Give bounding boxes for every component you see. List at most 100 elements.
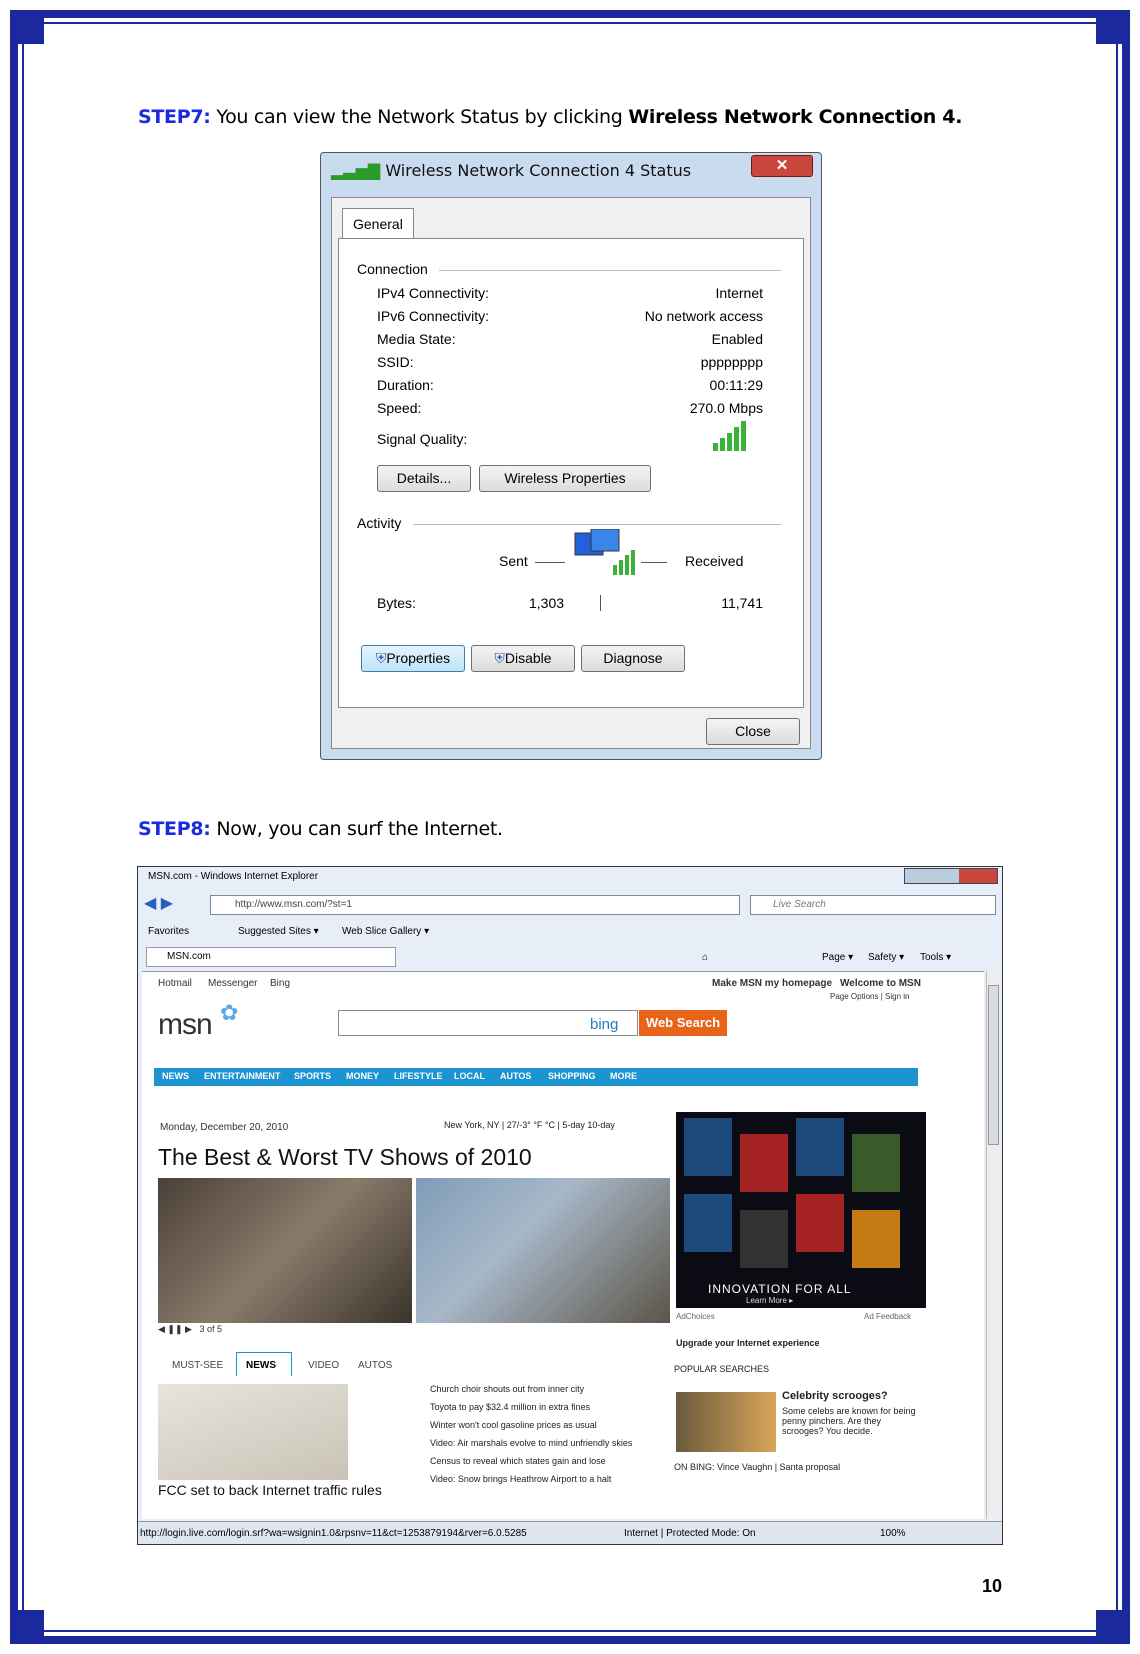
weather-line: New York, NY | 27/-3° °F °C | 5-day 10-d…	[444, 1120, 615, 1130]
sent-line	[535, 562, 565, 563]
celebrity-photo[interactable]	[676, 1392, 776, 1452]
media-state-value: Enabled	[711, 331, 763, 347]
keyboard-photo[interactable]	[158, 1384, 348, 1480]
home-icon[interactable]: ⌂	[702, 952, 708, 963]
properties-button[interactable]: ⛨Properties	[361, 645, 465, 672]
nav-shopping[interactable]: SHOPPING	[548, 1071, 596, 1081]
scroll-thumb[interactable]	[988, 985, 999, 1145]
news-item[interactable]: Toyota to pay $32.4 million in extra fin…	[430, 1402, 590, 1412]
window-controls[interactable]	[904, 868, 998, 884]
status-url: http://login.live.com/login.srf?wa=wsign…	[140, 1528, 527, 1539]
ad-car-tile	[796, 1194, 844, 1252]
bytes-divider	[600, 595, 601, 611]
network-computers-icon	[574, 529, 635, 575]
nav-money[interactable]: MONEY	[346, 1071, 379, 1081]
celeb-title[interactable]: Celebrity scrooges?	[782, 1390, 888, 1402]
web-slice-gallery[interactable]: Web Slice Gallery ▾	[342, 926, 429, 937]
news-item[interactable]: Winter won't cool gasoline prices as usu…	[430, 1420, 597, 1430]
disable-button[interactable]: ⛨Disable	[471, 645, 575, 672]
address-bar[interactable]: http://www.msn.com/?st=1	[210, 895, 740, 915]
nav-sports[interactable]: SPORTS	[294, 1071, 331, 1081]
bing-logo: bing	[590, 1016, 619, 1033]
ipv4-value: Internet	[715, 285, 763, 301]
tv-show-photo-1[interactable]	[158, 1178, 412, 1323]
back-forward-icon[interactable]: ◀ ▶	[144, 893, 173, 913]
page-options-link[interactable]: Page Options | Sign in	[830, 992, 909, 1001]
step8-body: Now, you can surf the Internet.	[210, 818, 503, 840]
diagnose-button[interactable]: Diagnose	[581, 645, 685, 672]
headline[interactable]: The Best & Worst TV Shows of 2010	[158, 1144, 532, 1171]
nav-local[interactable]: LOCAL	[454, 1071, 485, 1081]
status-zone: Internet | Protected Mode: On	[624, 1528, 756, 1539]
ad-learn-more[interactable]: Learn More ▸	[746, 1296, 793, 1305]
ipv6-label: IPv6 Connectivity:	[377, 308, 490, 324]
received-label: Received	[685, 553, 744, 569]
link-bing[interactable]: Bing	[270, 978, 290, 989]
safety-menu[interactable]: Safety ▾	[868, 952, 904, 963]
tab-must-see[interactable]: MUST-SEE	[172, 1360, 223, 1371]
nissan-ad[interactable]: INNOVATION FOR ALL Learn More ▸	[676, 1112, 926, 1308]
ad-car-tile	[852, 1134, 900, 1192]
web-search-button[interactable]: Web Search	[639, 1010, 727, 1036]
tools-menu[interactable]: Tools ▾	[920, 952, 951, 963]
tv-show-photo-2[interactable]	[416, 1178, 670, 1323]
corner-bottom-left	[10, 1610, 44, 1644]
msn-page: Hotmail Messenger Bing Make MSN my homep…	[142, 971, 984, 1519]
on-bing-line[interactable]: ON BING: Vince Vaughn | Santa proposal	[674, 1462, 840, 1472]
tab-msn[interactable]: MSN.com	[146, 947, 396, 967]
nav-entertainment[interactable]: ENTERTAINMENT	[204, 1071, 280, 1081]
dialog-title-text: Wireless Network Connection 4 Status	[385, 161, 692, 180]
news-item[interactable]: Church choir shouts out from inner city	[430, 1384, 584, 1394]
ad-car-tile	[740, 1210, 788, 1268]
row-ipv6: IPv6 Connectivity: No network access	[377, 308, 763, 324]
slide-pager[interactable]: ◀ ❚❚ ▶ 3 of 5	[158, 1324, 222, 1335]
tab-general[interactable]: General	[342, 208, 414, 240]
shield-icon: ⛨	[494, 650, 505, 666]
ssid-value: pppppppp	[700, 354, 763, 370]
page-scrollbar[interactable]	[986, 971, 1000, 1519]
close-button[interactable]: Close	[706, 718, 800, 745]
details-button[interactable]: Details...	[377, 465, 471, 492]
link-messenger[interactable]: Messenger	[208, 978, 257, 989]
nav-autos[interactable]: AUTOS	[500, 1071, 531, 1081]
page-menu[interactable]: Page ▾	[822, 952, 853, 963]
step7-label: STEP7:	[138, 106, 211, 128]
news-caption[interactable]: FCC set to back Internet traffic rules	[158, 1482, 382, 1498]
nav-news[interactable]: NEWS	[162, 1071, 189, 1081]
ad-feedback-link[interactable]: Ad Feedback	[864, 1312, 911, 1321]
close-icon[interactable]: ✕	[751, 155, 813, 177]
shield-icon: ⛨	[375, 650, 387, 666]
nav-more[interactable]: MORE	[610, 1071, 637, 1081]
signal-quality-icon	[713, 421, 746, 451]
news-item[interactable]: Census to reveal which states gain and l…	[430, 1456, 606, 1466]
tab-video[interactable]: VIDEO	[308, 1360, 339, 1371]
corner-bottom-right	[1096, 1610, 1130, 1644]
suggested-sites[interactable]: Suggested Sites ▾	[238, 926, 319, 937]
tab-news[interactable]: NEWS	[246, 1360, 276, 1371]
step8-label: STEP8:	[138, 818, 211, 840]
zoom-level[interactable]: 100%	[880, 1528, 906, 1539]
row-signal: Signal Quality:	[377, 431, 763, 447]
page-border-bottom	[10, 1636, 1130, 1644]
news-item[interactable]: Video: Air marshals evolve to mind unfri…	[430, 1438, 632, 1448]
activity-group-label: Activity	[357, 515, 402, 531]
pager-count: 3 of 5	[199, 1324, 222, 1334]
signal-label: Signal Quality:	[377, 431, 468, 447]
close-icon[interactable]	[959, 869, 997, 883]
row-ssid: SSID: pppppppp	[377, 354, 763, 370]
msn-nav-bar: NEWS ENTERTAINMENT SPORTS MONEY LIFESTYL…	[154, 1068, 918, 1086]
duration-label: Duration:	[377, 377, 434, 393]
tab-autos[interactable]: AUTOS	[358, 1360, 392, 1371]
favorites-button[interactable]: Favorites	[148, 926, 189, 937]
upgrade-link[interactable]: Upgrade your Internet experience	[676, 1338, 820, 1348]
ie-browser-window: MSN.com - Windows Internet Explorer ◀ ▶ …	[137, 866, 1003, 1545]
wireless-properties-button[interactable]: Wireless Properties	[479, 465, 651, 492]
page-border-top	[10, 10, 1130, 18]
live-search-input[interactable]: Live Search	[750, 895, 996, 915]
link-hotmail[interactable]: Hotmail	[158, 978, 192, 989]
make-homepage-link[interactable]: Make MSN my homepage	[712, 978, 832, 989]
adchoices-link[interactable]: AdChoices	[676, 1312, 715, 1321]
news-item[interactable]: Video: Snow brings Heathrow Airport to a…	[430, 1474, 611, 1484]
nav-lifestyle[interactable]: LIFESTYLE	[394, 1071, 443, 1081]
activity-divider	[413, 524, 781, 525]
